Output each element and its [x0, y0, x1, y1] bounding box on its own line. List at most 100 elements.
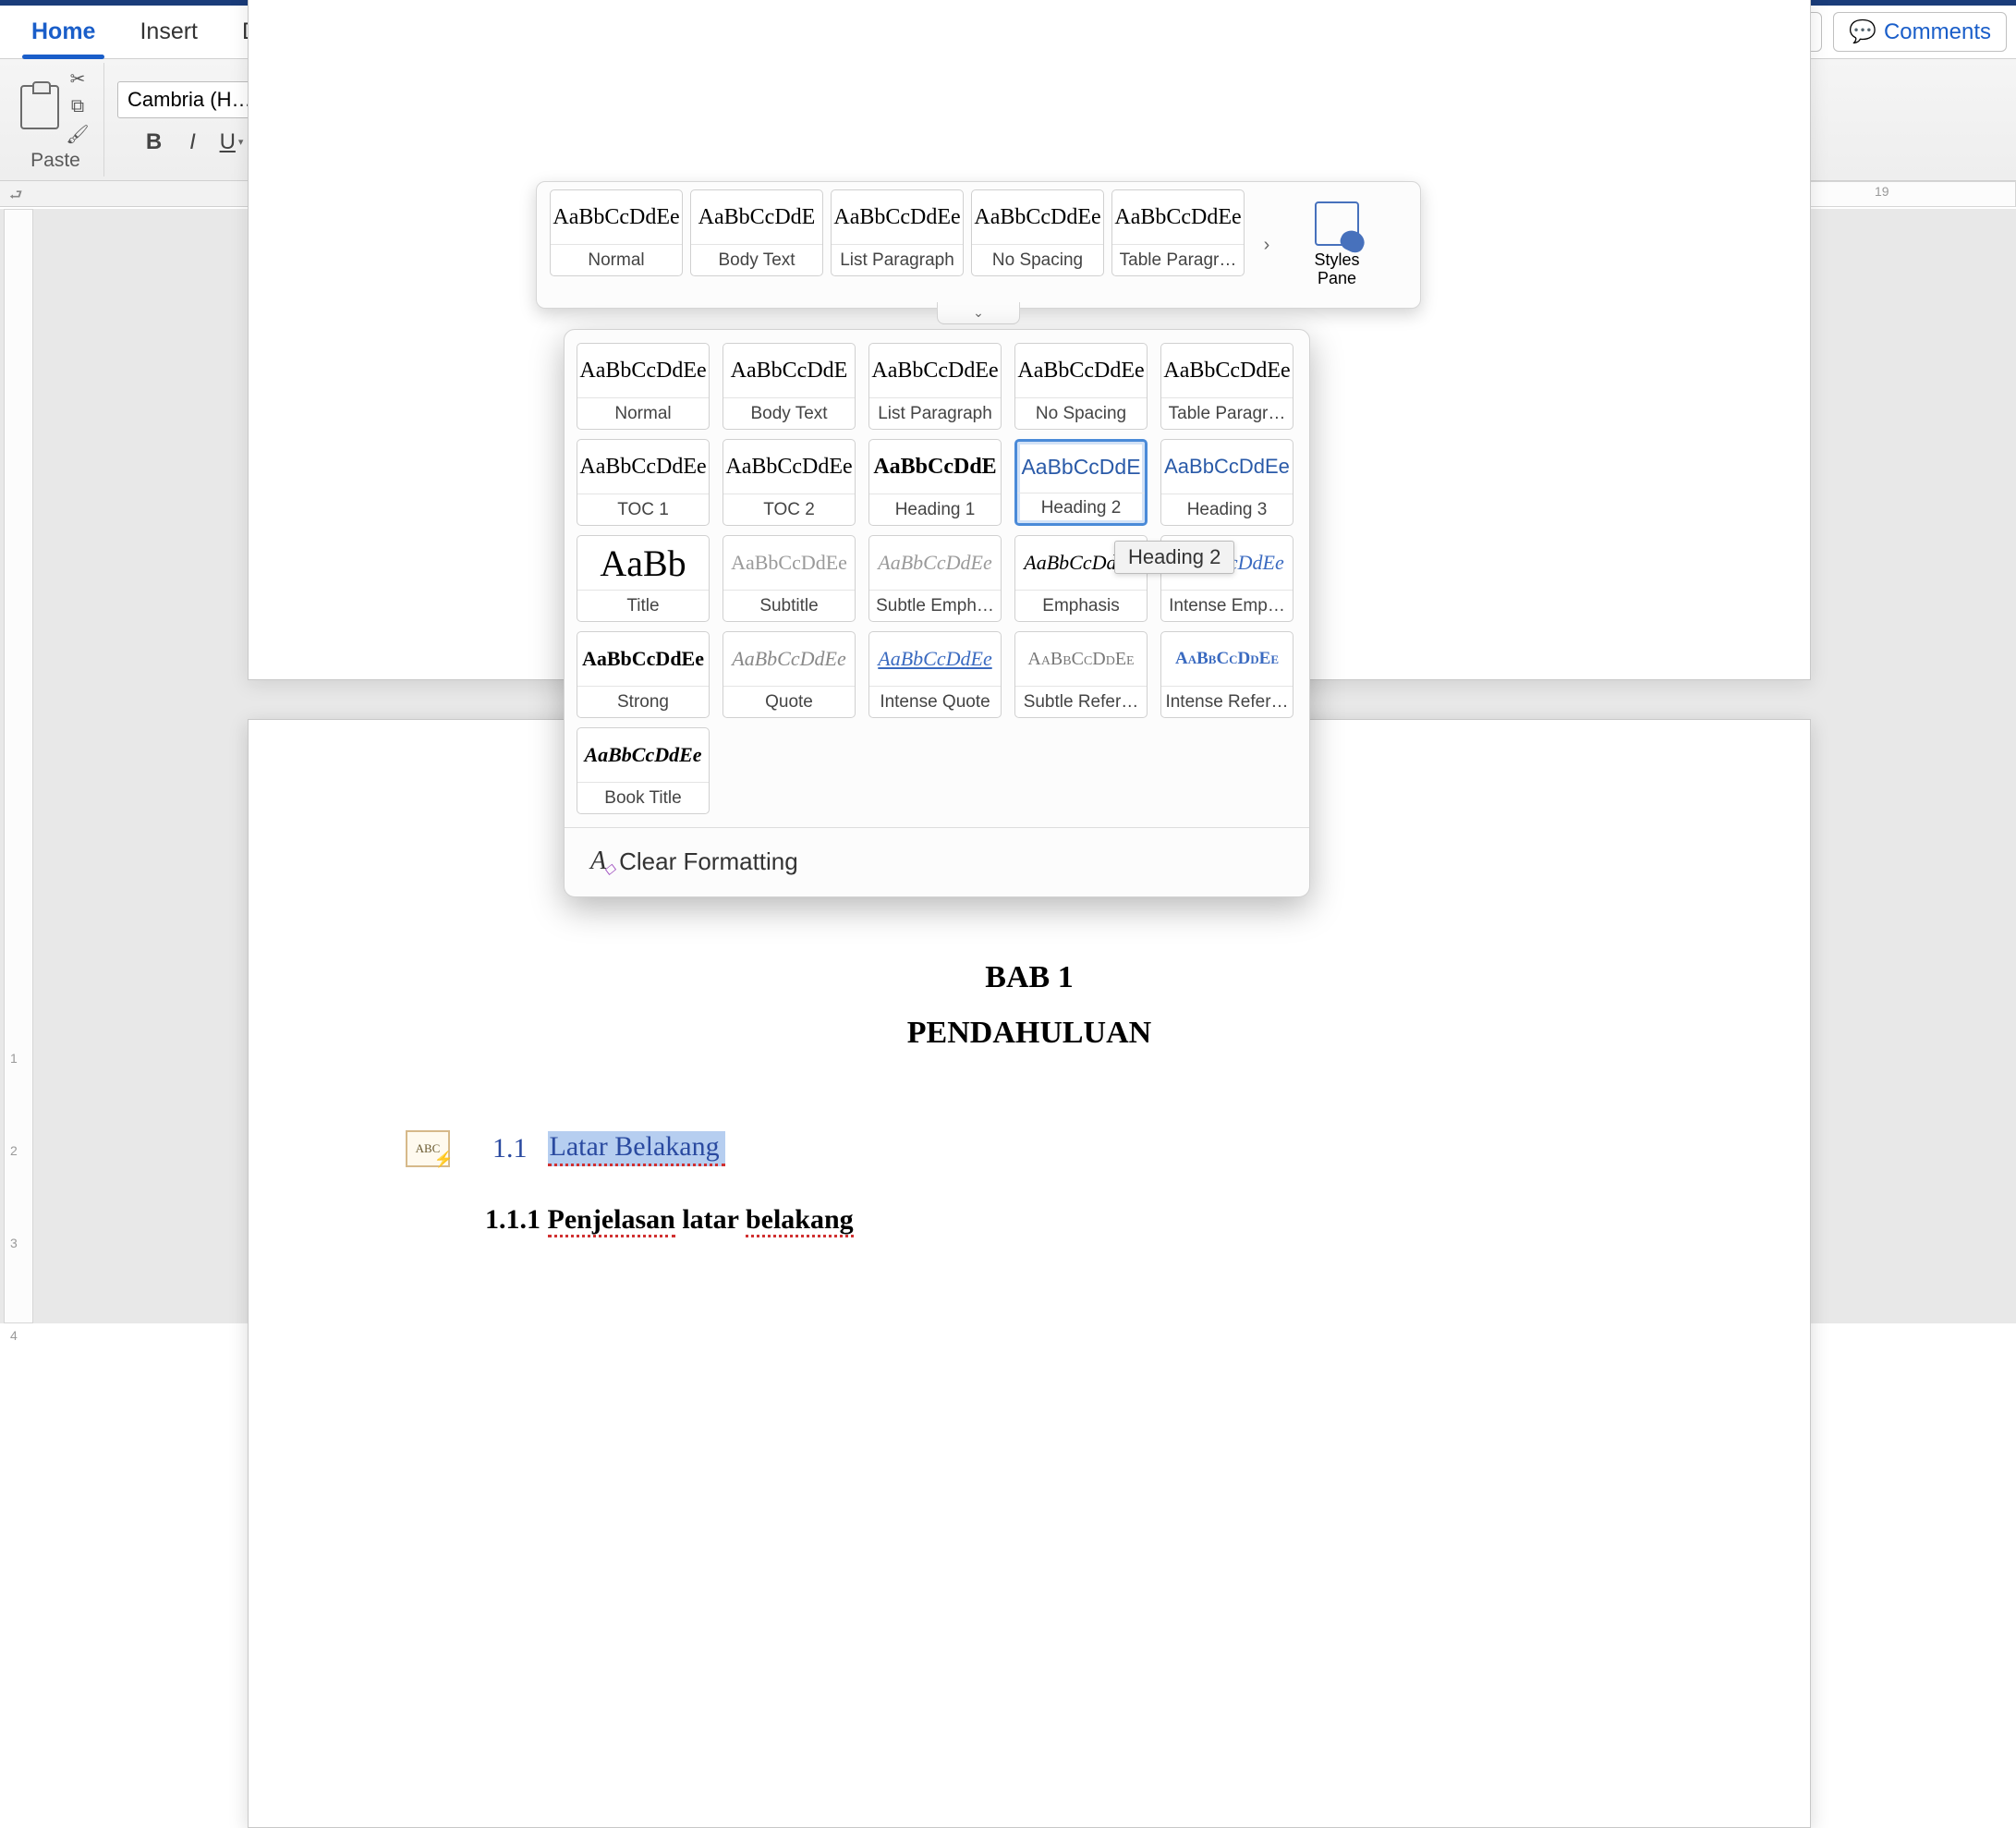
style-subtle-emph-[interactable]: AaBbCcDdEeSubtle Emph… [868, 535, 1002, 622]
copy-icon[interactable]: ⧉ [65, 96, 91, 118]
style-label: Emphasis [1015, 590, 1147, 621]
subsection-word-1: Penjelasan [548, 1204, 675, 1237]
tab-selector-icon[interactable]: ⮐ [9, 185, 22, 210]
style-preview: AaBb [577, 536, 709, 590]
tab-insert[interactable]: Insert [117, 6, 220, 58]
format-painter-icon[interactable]: 🖌 [65, 124, 91, 146]
style-label: Heading 2 [1017, 493, 1145, 523]
style-label: Intense Refer… [1161, 686, 1293, 717]
styles-more-icon[interactable]: › [1252, 189, 1281, 300]
tooltip-heading2: Heading 2 [1114, 541, 1234, 574]
section-number: 1.1 [492, 1133, 528, 1164]
cut-icon[interactable]: ✂ [65, 68, 91, 91]
bold-button[interactable]: B [138, 126, 171, 159]
tab-home[interactable]: Home [9, 6, 117, 58]
style-label: Subtle Refer… [1015, 686, 1147, 717]
style-no-spacing[interactable]: AaBbCcDdEeNo Spacing [1014, 343, 1148, 430]
style-list-paragraph[interactable]: AaBbCcDdEeList Paragraph [831, 189, 964, 276]
comments-label: Comments [1884, 19, 1991, 45]
subsection-heading: 1.1.1 Penjelasan latar belakang [485, 1204, 1653, 1236]
style-preview: AaBbCcDdEe [1112, 190, 1244, 244]
ruler-v-tick: 2 [10, 1143, 18, 1158]
comments-button[interactable]: 💬 Comments [1833, 12, 2007, 52]
style-normal[interactable]: AaBbCcDdEeNormal [550, 189, 683, 276]
autocorrect-tag-icon[interactable]: ABC [406, 1130, 450, 1167]
style-preview: AaBbCcDdEe [1015, 632, 1147, 686]
style-label: List Paragraph [869, 397, 1001, 429]
style-label: Table Paragr… [1112, 244, 1244, 275]
style-label: Intense Emp… [1161, 590, 1293, 621]
style-toc-2[interactable]: AaBbCcDdEeTOC 2 [723, 439, 856, 526]
autocorrect-tag-label: ABC [416, 1141, 441, 1156]
style-list-paragraph[interactable]: AaBbCcDdEeList Paragraph [868, 343, 1002, 430]
style-label: List Paragraph [832, 244, 963, 275]
styles-pane-icon [1315, 201, 1359, 246]
style-label: Intense Quote [869, 686, 1001, 717]
ruler-h-tick: 19 [1875, 184, 1889, 199]
styles-expand-chevron-icon[interactable]: ⌄ [937, 302, 1020, 324]
paste-icon[interactable] [20, 85, 59, 129]
style-body-text[interactable]: AaBbCcDdEBody Text [723, 343, 856, 430]
clear-formatting-item[interactable]: A Clear Formatting [577, 828, 1296, 896]
styles-dropdown: AaBbCcDdEeNormalAaBbCcDdEBody TextAaBbCc… [564, 329, 1310, 897]
style-title[interactable]: AaBbTitle [577, 535, 710, 622]
style-normal[interactable]: AaBbCcDdEeNormal [577, 343, 710, 430]
font-name-value: Cambria (H… [128, 88, 251, 112]
style-preview: AaBbCcDdEe [869, 536, 1001, 590]
style-body-text[interactable]: AaBbCcDdEBody Text [690, 189, 823, 276]
style-preview: AaBbCcDdEe [1161, 344, 1293, 397]
style-label: Subtle Emph… [869, 590, 1001, 621]
style-preview: AaBbCcDdEe [869, 344, 1001, 397]
style-preview: AaBbCcDdEe [723, 440, 855, 494]
styles-pane-label: Styles Pane [1296, 251, 1378, 288]
style-heading-3[interactable]: AaBbCcDdEeHeading 3 [1160, 439, 1293, 526]
styles-pane-button[interactable]: Styles Pane [1296, 189, 1378, 300]
style-preview: AaBbCcDdEe [577, 728, 709, 782]
paste-label: Paste [30, 150, 80, 172]
style-no-spacing[interactable]: AaBbCcDdEeNo Spacing [971, 189, 1104, 276]
style-label: Table Paragr… [1161, 397, 1293, 429]
style-heading-1[interactable]: AaBbCcDdEHeading 1 [868, 439, 1002, 526]
style-label: Quote [723, 686, 855, 717]
style-table-paragr-[interactable]: AaBbCcDdEeTable Paragr… [1160, 343, 1293, 430]
section-heading-selected[interactable]: Latar Belakang [548, 1131, 725, 1166]
style-label: Book Title [577, 782, 709, 813]
style-subtle-refer-[interactable]: AaBbCcDdEeSubtle Refer… [1014, 631, 1148, 718]
chapter-subtitle: PENDAHULUAN [406, 1016, 1653, 1051]
style-preview: AaBbCcDdE [691, 190, 822, 244]
style-label: TOC 2 [723, 494, 855, 525]
style-label: No Spacing [1015, 397, 1147, 429]
underline-button[interactable]: U [215, 126, 249, 159]
style-label: Normal [577, 397, 709, 429]
comments-icon: 💬 [1849, 18, 1876, 45]
style-preview: AaBbCcDdEe [577, 440, 709, 494]
style-preview: AaBbCcDdE [1017, 442, 1145, 493]
style-preview: AaBbCcDdEe [723, 632, 855, 686]
style-toc-1[interactable]: AaBbCcDdEeTOC 1 [577, 439, 710, 526]
italic-button[interactable]: I [176, 126, 210, 159]
style-label: Subtitle [723, 590, 855, 621]
style-quote[interactable]: AaBbCcDdEeQuote [723, 631, 856, 718]
style-preview: AaBbCcDdEe [972, 190, 1103, 244]
style-preview: AaBbCcDdE [869, 440, 1001, 494]
style-preview: AaBbCcDdEe [577, 632, 709, 686]
subsection-number: 1.1.1 [485, 1204, 548, 1235]
chapter-title: BAB 1 [406, 960, 1653, 995]
style-table-paragr-[interactable]: AaBbCcDdEeTable Paragr… [1111, 189, 1245, 276]
style-label: Normal [551, 244, 682, 275]
clear-formatting-icon: A [590, 847, 606, 876]
style-label: Strong [577, 686, 709, 717]
style-preview: AaBbCcDdEe [1161, 440, 1293, 494]
style-preview: AaBbCcDdE [723, 344, 855, 397]
style-intense-quote[interactable]: AaBbCcDdEeIntense Quote [868, 631, 1002, 718]
subsection-word-2: latar [675, 1204, 746, 1235]
style-heading-2[interactable]: AaBbCcDdEHeading 2 [1014, 439, 1148, 526]
ruler-v-tick: 3 [10, 1236, 18, 1250]
style-book-title[interactable]: AaBbCcDdEeBook Title [577, 727, 710, 814]
style-strong[interactable]: AaBbCcDdEeStrong [577, 631, 710, 718]
style-label: Body Text [691, 244, 822, 275]
style-intense-refer-[interactable]: AaBbCcDdEeIntense Refer… [1160, 631, 1293, 718]
styles-quick-strip: AaBbCcDdEeNormalAaBbCcDdEBody TextAaBbCc… [536, 181, 1421, 309]
style-subtitle[interactable]: AaBbCcDdEeSubtitle [723, 535, 856, 622]
vertical-ruler: 1234 [4, 209, 33, 1323]
